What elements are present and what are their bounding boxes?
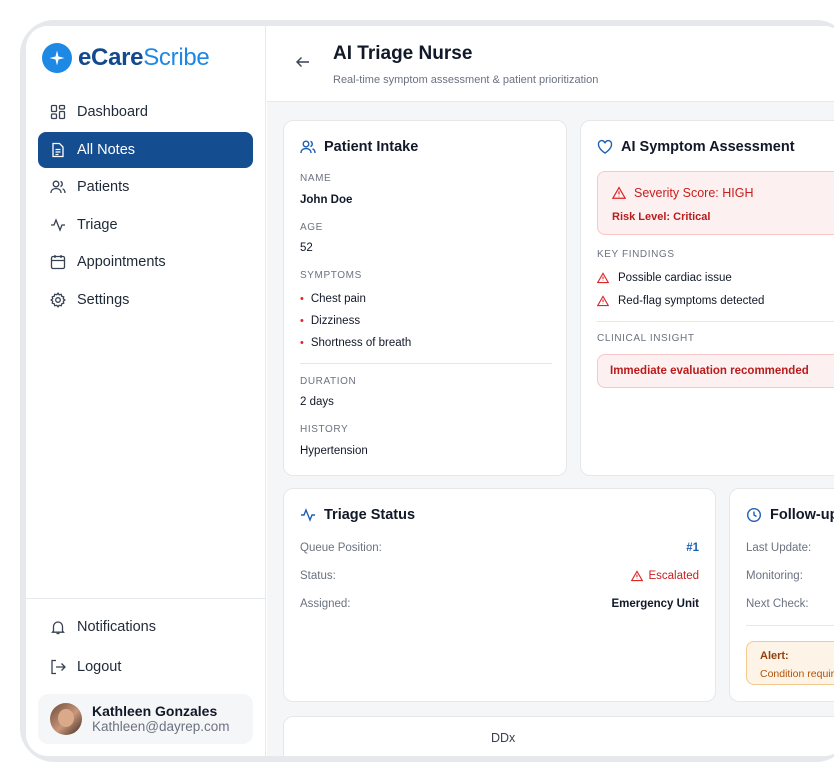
app-logo[interactable]: eCareScribe xyxy=(42,40,210,76)
severity-score: Severity Score: HIGH xyxy=(612,186,753,200)
warning-icon xyxy=(631,570,644,582)
insight-label: CLINICAL INSIGHT xyxy=(597,333,695,344)
sidebar: eCareScribe Dashboard All Notes Patients… xyxy=(26,26,266,756)
sidebar-item-triage[interactable]: Triage xyxy=(38,207,253,243)
sidebar-item-label: Triage xyxy=(77,216,118,233)
next-check-label: Next Check: xyxy=(746,598,809,610)
gear-icon xyxy=(50,291,66,308)
user-profile[interactable]: Kathleen Gonzales Kathleen@dayrep.com xyxy=(38,694,253,744)
logout-icon xyxy=(51,659,66,675)
brand-name: eCareScribe xyxy=(78,44,210,71)
divider xyxy=(300,363,552,364)
name-label: NAME xyxy=(300,173,332,184)
sidebar-item-patients[interactable]: Patients xyxy=(38,169,253,205)
card-title: AI Symptom Assessment xyxy=(597,139,795,155)
sidebar-item-logout[interactable]: Logout xyxy=(38,649,254,685)
finding-item: Possible cardiac issue xyxy=(597,272,732,284)
queue-position-label: Queue Position: xyxy=(300,542,382,554)
risk-level: Risk Level: Critical xyxy=(612,211,711,223)
main-content: AI Triage Nurse Real-time symptom assess… xyxy=(267,26,834,756)
sidebar-item-label: Patients xyxy=(77,179,130,195)
history-label: HISTORY xyxy=(300,424,349,435)
sidebar-item-label: All Notes xyxy=(77,141,136,158)
symptom-item: • Dizziness xyxy=(300,315,361,327)
ai-assessment-card: AI Symptom Assessment Severity Score: HI… xyxy=(580,120,834,476)
status-badge: Escalated xyxy=(631,570,699,582)
document-icon xyxy=(52,142,64,157)
symptoms-label: SYMPTOMS xyxy=(300,270,362,281)
user-name: Kathleen Gonzales xyxy=(92,703,218,719)
follow-up-card: Follow-up Last Update: Monitoring: Next … xyxy=(729,488,834,702)
app-window: eCareScribe Dashboard All Notes Patients… xyxy=(26,26,834,756)
sidebar-item-label: Notifications xyxy=(77,619,156,635)
page-title: AI Triage Nurse xyxy=(333,43,473,64)
history-value: Hypertension xyxy=(300,445,368,457)
alert-text: Condition requires xyxy=(760,668,834,680)
symptom-item: • Chest pain xyxy=(300,293,366,305)
page-subtitle: Real-time symptom assessment & patient p… xyxy=(333,74,599,86)
sidebar-item-label: Settings xyxy=(77,291,130,308)
activity-icon xyxy=(301,508,315,522)
severity-alert: Severity Score: HIGH Risk Level: Critica… xyxy=(597,171,834,235)
sidebar-item-label: Logout xyxy=(77,659,122,675)
sidebar-item-dashboard[interactable]: Dashboard xyxy=(38,94,253,130)
card-title: Patient Intake xyxy=(300,139,418,155)
status-label: Status: xyxy=(300,570,336,582)
back-arrow-icon[interactable] xyxy=(295,54,311,70)
clinical-insight: Immediate evaluation recommended xyxy=(597,354,834,388)
patient-intake-card: Patient Intake NAME John Doe AGE 52 SYMP… xyxy=(283,120,567,476)
findings-label: KEY FINDINGS xyxy=(597,249,675,260)
sparkle-icon xyxy=(42,43,72,73)
follow-up-alert: Alert: Condition requires xyxy=(746,641,834,685)
divider xyxy=(597,321,834,322)
patient-name: John Doe xyxy=(300,194,353,206)
page-header: AI Triage Nurse Real-time symptom assess… xyxy=(267,26,834,102)
card-title: Triage Status xyxy=(300,507,415,523)
assigned-value: Emergency Unit xyxy=(611,598,699,610)
users-icon xyxy=(50,180,66,194)
ddx-tab[interactable]: DDx xyxy=(283,716,834,756)
warning-icon xyxy=(597,295,609,307)
user-email: Kathleen@dayrep.com xyxy=(92,719,230,734)
bell-icon xyxy=(51,621,65,635)
sidebar-item-notifications[interactable]: Notifications xyxy=(38,609,254,645)
users-icon xyxy=(300,140,316,154)
calendar-icon xyxy=(50,255,66,270)
alert-title: Alert: xyxy=(760,650,789,662)
sidebar-item-settings[interactable]: Settings xyxy=(38,282,253,318)
monitoring-label: Monitoring: xyxy=(746,570,803,582)
sidebar-item-label: Dashboard xyxy=(77,104,148,120)
assigned-label: Assigned: xyxy=(300,598,351,610)
patient-age: 52 xyxy=(300,242,313,254)
sidebar-item-label: Appointments xyxy=(77,254,166,270)
duration-value: 2 days xyxy=(300,396,334,408)
triage-status-card: Triage Status Queue Position: #1 Status:… xyxy=(283,488,716,702)
clock-icon xyxy=(746,507,762,523)
grid-icon xyxy=(50,104,66,120)
finding-item: Red-flag symptoms detected xyxy=(597,295,764,307)
sidebar-nav: Dashboard All Notes Patients Triage Appo… xyxy=(38,94,253,319)
warning-icon xyxy=(597,272,609,284)
symptom-item: • Shortness of breath xyxy=(300,337,412,349)
activity-icon xyxy=(51,217,65,232)
ddx-label: DDx xyxy=(491,731,516,745)
divider xyxy=(746,625,834,626)
avatar xyxy=(50,703,82,735)
sidebar-item-all-notes[interactable]: All Notes xyxy=(38,131,253,168)
queue-position-value: #1 xyxy=(686,542,699,554)
card-title: Follow-up xyxy=(746,507,834,523)
warning-icon xyxy=(612,186,626,199)
heart-icon xyxy=(597,139,613,154)
duration-label: DURATION xyxy=(300,376,357,387)
sidebar-footer: Notifications Logout xyxy=(26,598,266,687)
last-update-label: Last Update: xyxy=(746,542,812,554)
sidebar-item-appointments[interactable]: Appointments xyxy=(38,244,253,280)
age-label: AGE xyxy=(300,222,323,233)
